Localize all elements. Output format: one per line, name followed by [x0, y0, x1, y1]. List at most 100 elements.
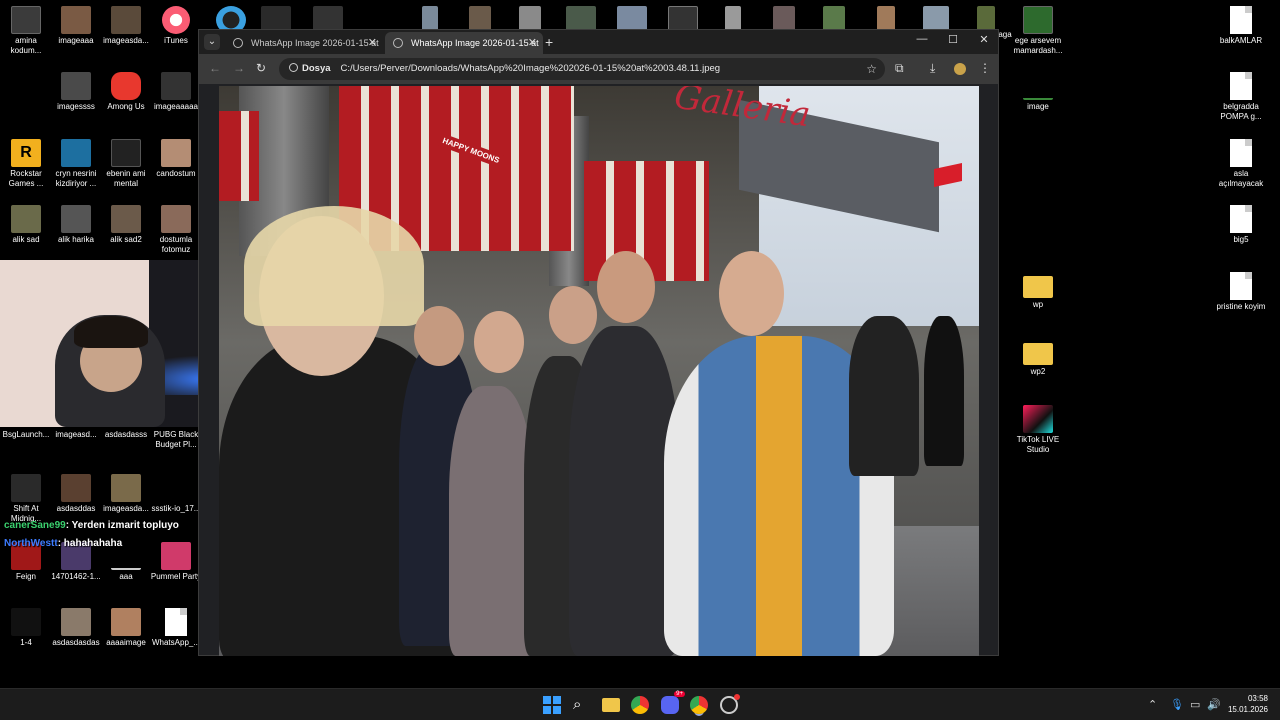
- microphone-icon[interactable]: 🎙: [1170, 698, 1184, 711]
- image-icon: [1023, 72, 1053, 100]
- new-tab-button[interactable]: +: [545, 32, 553, 52]
- desktop-icon[interactable]: image: [1012, 68, 1064, 112]
- desktop-icon[interactable]: imageasd...: [50, 430, 102, 440]
- desktop-icon[interactable]: imageaaaaa: [150, 68, 202, 112]
- taskbar: ⌕ 9+ ⌃ 🎙 ▭ 🔊 03:58 15.01.2026: [0, 688, 1280, 720]
- image-icon: [111, 608, 141, 636]
- maximize-button[interactable]: ☐: [943, 33, 963, 46]
- browser-window: ⌄ WhatsApp Image 2026-01-15 at ✕ WhatsApp…: [198, 29, 999, 656]
- folder-icon: [1023, 276, 1053, 298]
- search-icon[interactable]: ⌕: [573, 696, 591, 714]
- desktop-icon[interactable]: alik sad2: [100, 201, 152, 245]
- bookmark-star-icon[interactable]: ☆: [866, 58, 877, 80]
- document-icon: [1230, 72, 1252, 100]
- chat-message: NorthWestt: hahahahaha: [4, 538, 122, 549]
- rockstar-icon: R: [11, 139, 41, 167]
- desktop-icon[interactable]: ege arsevem mamardash...: [1012, 2, 1064, 56]
- image-icon: [111, 205, 141, 233]
- image-icon: [61, 608, 91, 636]
- desktop-icon-label: 1-4: [20, 638, 32, 647]
- volume-icon[interactable]: 🔊: [1207, 698, 1221, 711]
- chat-text: : Yerden izmarit topluyo: [65, 520, 179, 531]
- more-menu-icon[interactable]: ⋮: [979, 61, 991, 75]
- tab-strip: ⌄ WhatsApp Image 2026-01-15 at ✕ WhatsApp…: [199, 30, 998, 54]
- start-button[interactable]: [543, 696, 561, 714]
- desktop-icon[interactable]: imageasda...: [100, 470, 152, 514]
- forward-button[interactable]: →: [233, 61, 245, 75]
- desktop-icon[interactable]: TikTok LIVE Studio: [1012, 401, 1064, 455]
- desktop-icon-label: asdasdasdas: [52, 638, 100, 647]
- globe-icon: [233, 38, 243, 48]
- person-3-face: [474, 311, 524, 373]
- desktop-icon[interactable]: asdasdasss: [100, 430, 152, 440]
- desktop-icon-label: TikTok LIVE Studio: [1016, 435, 1060, 454]
- desktop-icon[interactable]: imagessss: [50, 68, 102, 112]
- desktop-icon[interactable]: 1-4: [0, 604, 52, 648]
- desktop-icon-label: ege arsevem mamardash...: [1013, 36, 1063, 55]
- desktop-icon[interactable]: dostumla fotomuz: [150, 201, 202, 255]
- desktop-icon[interactable]: cryn nesrini kizdiriyor ...: [50, 135, 102, 189]
- image-icon: [111, 474, 141, 502]
- tab-image-2[interactable]: WhatsApp Image 2026-01-15 at ✕: [385, 32, 543, 54]
- desktop-icon[interactable]: asdasddas: [50, 470, 102, 514]
- extensions-icon[interactable]: ⧉: [895, 61, 904, 76]
- desktop-icon[interactable]: imageaaa: [50, 2, 102, 46]
- desktop-icon[interactable]: alik harika: [50, 201, 102, 245]
- desktop-icon[interactable]: Shift At Midnig...: [0, 470, 52, 524]
- monitor-icon[interactable]: ▭: [1190, 698, 1200, 711]
- desktop-icon[interactable]: BsgLaunch...: [0, 430, 52, 440]
- download-icon[interactable]: ⤓: [930, 61, 935, 76]
- discord-icon[interactable]: 9+: [661, 691, 685, 714]
- desktop-icon[interactable]: wp2: [1012, 335, 1064, 377]
- itunes-icon: [162, 6, 190, 34]
- desktop-icon[interactable]: ebenin ami mental: [100, 135, 152, 189]
- address-bar[interactable]: Dosya C:/Users/Perver/Downloads/WhatsApp%…: [279, 58, 885, 80]
- desktop-icon[interactable]: balkAMLAR: [1215, 2, 1267, 46]
- chrome-active-icon[interactable]: [690, 696, 708, 714]
- desktop-icon-label: pristine koyim: [1216, 302, 1266, 311]
- tab-title: WhatsApp Image 2026-01-15 at: [251, 38, 379, 48]
- desktop-icon-label: Pummel Party: [150, 572, 202, 581]
- tab-image-1[interactable]: WhatsApp Image 2026-01-15 at ✕: [225, 32, 383, 54]
- desktop-icon[interactable]: Among Us: [100, 68, 152, 112]
- close-window-button[interactable]: ✕: [974, 33, 994, 46]
- desktop-icon[interactable]: Pummel Party: [150, 538, 202, 582]
- image-viewer: Galleria HAPPY MOONS: [199, 84, 998, 656]
- desktop-icon[interactable]: big5: [1215, 201, 1267, 245]
- minimize-button[interactable]: —: [912, 33, 932, 45]
- desktop-icon-label: cryn nesrini kizdiriyor ...: [55, 169, 97, 188]
- desktop-icon[interactable]: asdasdasdas: [50, 604, 102, 648]
- desktop-icon[interactable]: imageasda...: [100, 2, 152, 46]
- desktop-icon[interactable]: PUBG Black Budget Pl...: [150, 430, 202, 450]
- desktop-icon[interactable]: WhatsApp_...: [150, 604, 202, 648]
- chrome-icon[interactable]: [631, 696, 649, 714]
- obs-icon[interactable]: [720, 694, 740, 714]
- desktop-icon[interactable]: belgradda POMPA g...: [1215, 68, 1267, 122]
- desktop-icon-label: balkAMLAR: [1219, 36, 1263, 45]
- desktop-icon-label: imageasd...: [55, 430, 97, 439]
- desktop-icon-label: iTunes: [164, 36, 188, 45]
- tray-chevron-icon[interactable]: ⌃: [1148, 698, 1157, 711]
- close-tab-icon[interactable]: ✕: [528, 32, 537, 54]
- desktop-icon[interactable]: alik sad: [0, 201, 52, 245]
- back-button[interactable]: ←: [209, 61, 221, 75]
- file-chip[interactable]: Dosya: [302, 63, 331, 74]
- desktop-icon-label: aaa: [119, 572, 133, 581]
- desktop-icon[interactable]: amina kodum...: [0, 2, 52, 56]
- desktop-icon[interactable]: R Rockstar Games ...: [0, 135, 52, 189]
- desktop-icon[interactable]: pristine koyim: [1215, 268, 1267, 312]
- desktop-icon[interactable]: wp: [1012, 268, 1064, 310]
- desktop-icon[interactable]: asla açılmayacak: [1215, 135, 1267, 189]
- desktop-icon[interactable]: iTunes: [150, 2, 202, 46]
- desktop-icon[interactable]: aaaaimage: [100, 604, 152, 648]
- desktop-icon[interactable]: ssstik-io_17...: [150, 470, 202, 514]
- clock[interactable]: 03:58 15.01.2026: [1228, 693, 1268, 715]
- desktop-icon-label: WhatsApp_...: [151, 638, 201, 647]
- image-icon: [111, 6, 141, 34]
- tab-search-button[interactable]: ⌄: [204, 34, 220, 50]
- profile-avatar[interactable]: [954, 63, 966, 75]
- file-explorer-icon[interactable]: [602, 698, 620, 712]
- close-tab-icon[interactable]: ✕: [368, 32, 377, 54]
- reload-button[interactable]: ↻: [256, 61, 266, 75]
- desktop-icon[interactable]: candostum: [150, 135, 202, 179]
